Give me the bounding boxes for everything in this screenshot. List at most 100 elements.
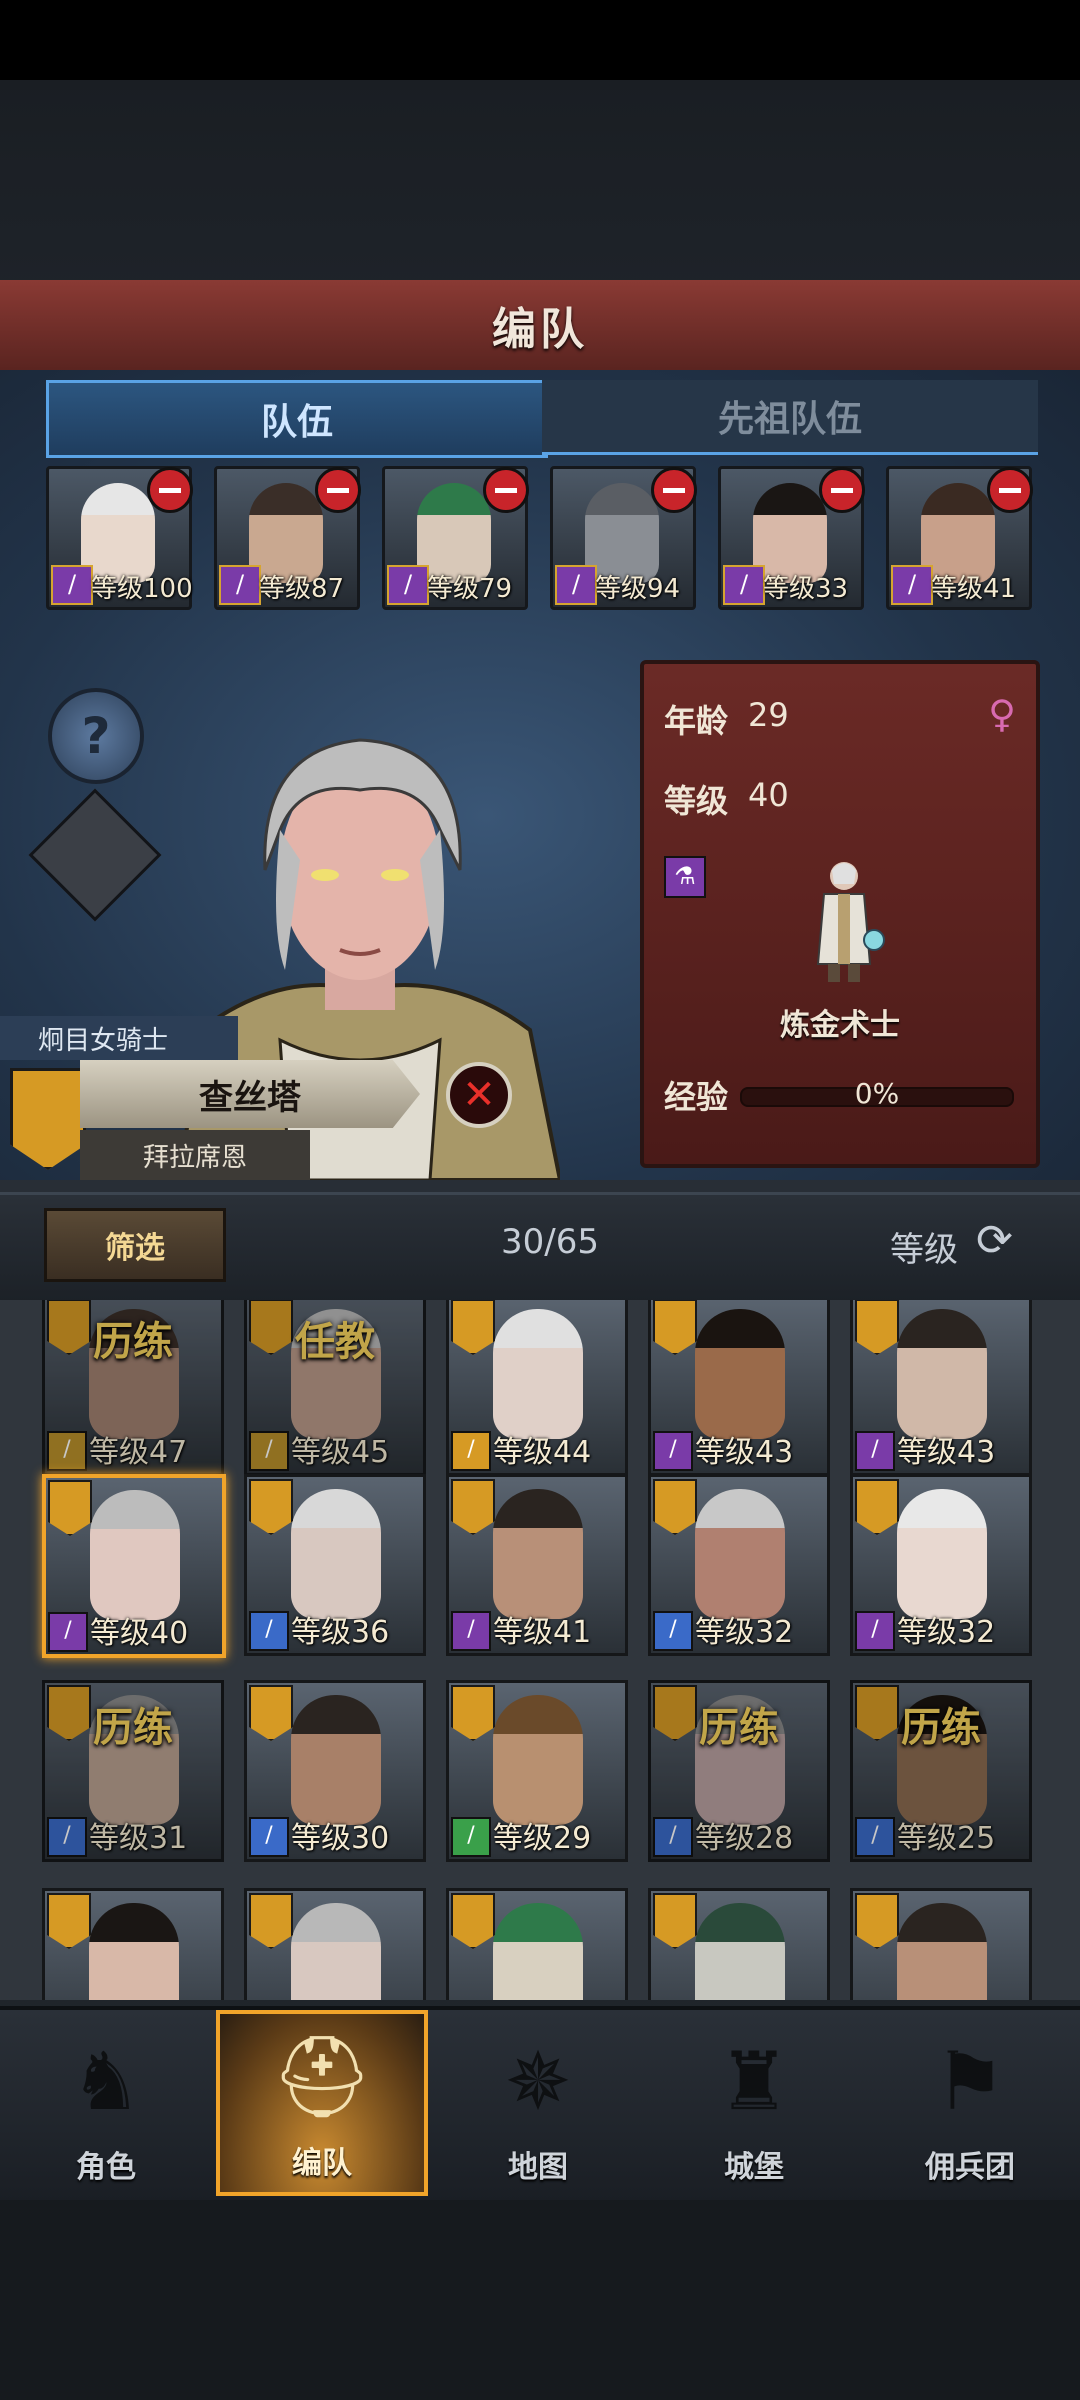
hero-face [291,1695,381,1825]
nav-item-knight[interactable]: ♞ 角色 [0,2010,212,2196]
house-crest-icon [451,1685,495,1741]
team-member-slot[interactable]: / 等级94 [550,466,697,610]
roster-hero-card[interactable]: / 等级32 [850,1474,1032,1656]
house-crest-icon [48,1480,92,1536]
sort-by-level-button[interactable]: 等级 [890,1222,958,1271]
class-figure [816,862,885,982]
knight-icon: ♞ [70,2034,142,2128]
close-icon: ✕ [462,1072,496,1118]
team-member-slot[interactable]: / 等级100 [46,466,193,610]
class-icon: / [723,565,765,605]
class-icon: / [855,1611,895,1651]
level-label: 等级 [664,782,729,820]
status-badge: 任教 [295,1319,375,1365]
class-icon: / [47,1431,87,1471]
class-icon: / [51,565,93,605]
house-crest-icon [249,1479,293,1535]
roster-hero-card[interactable]: / 等级29 [446,1680,628,1862]
roster-hero-card[interactable]: 任教 / 等级45 [244,1300,426,1476]
remove-icon[interactable] [483,467,529,513]
hero-level: 等级45 [291,1435,390,1470]
nav-label: 编队 [292,2146,352,2181]
house-crest-icon [249,1685,293,1741]
page-title: 编队 [492,304,588,355]
tab-ancestor-team[interactable]: 先祖队伍 [542,380,1038,455]
house-crest-icon [451,1893,495,1949]
hero-face [291,1903,381,2000]
help-button[interactable]: ? [48,688,144,784]
roster-hero-card[interactable]: / 等级44 [446,1300,628,1476]
helmet-icon: ⛑ [271,2030,373,2123]
hero-face [897,1903,987,2000]
banner-icon: ⚑ [934,2034,1006,2128]
house-crest-icon [47,1893,91,1949]
roster-hero-card[interactable] [850,1888,1032,2000]
hero-face [695,1309,785,1439]
remove-icon[interactable] [819,467,865,513]
tab-team[interactable]: 队伍 [46,380,548,458]
remove-icon[interactable] [315,467,361,513]
class-icon: / [555,565,597,605]
team-member-slot[interactable]: / 等级33 [718,466,865,610]
nav-label: 地图 [508,2150,568,2185]
house-crest-icon [653,1893,697,1949]
status-badge: 历练 [901,1705,981,1751]
compass-icon: ✵ [504,2034,572,2128]
member-level: 等级87 [259,574,345,604]
roster-hero-card[interactable]: / 等级32 [648,1474,830,1656]
hero-name[interactable]: 查丝塔 [80,1060,420,1128]
team-member-slot[interactable]: / 等级41 [886,466,1033,610]
roster-hero-card[interactable] [446,1888,628,2000]
member-level: 等级33 [763,574,849,604]
house-crest-icon [653,1300,697,1355]
hero-face [291,1489,381,1619]
team-member-slot[interactable]: / 等级87 [214,466,361,610]
nav-item-castle[interactable]: ♜ 城堡 [648,2010,860,2196]
alchemist-class-icon: ⚗ [664,856,706,898]
roster-hero-card[interactable]: / 等级43 [850,1300,1032,1476]
roster-hero-card[interactable]: / 等级41 [446,1474,628,1656]
roster-hero-card[interactable]: 历练 / 等级47 [42,1300,224,1476]
house-crest-icon [653,1479,697,1535]
remove-icon[interactable] [987,467,1033,513]
hero-origin: 拜拉席恩 [80,1130,310,1180]
nav-item-banner[interactable]: ⚑ 佣兵团 [864,2010,1076,2196]
dismiss-hero-button[interactable]: ✕ [446,1062,512,1128]
hero-info-card: 年龄 29 ♀ 等级 40 ⚗ 炼金术士 经验 0% [640,660,1040,1168]
castle-icon: ♜ [718,2034,790,2128]
class-name: 炼金术士 [780,1008,900,1043]
remove-icon[interactable] [651,467,697,513]
hero-level: 等级32 [897,1615,996,1650]
hero-level: 等级41 [493,1615,592,1650]
roster-hero-card[interactable]: 历练 / 等级31 [42,1680,224,1862]
roster-hero-card[interactable]: / 等级36 [244,1474,426,1656]
class-icon: / [653,1817,693,1857]
roster-hero-card[interactable] [648,1888,830,2000]
class-icon: / [451,1817,491,1857]
roster-hero-card[interactable]: / 等级40 [42,1474,226,1658]
roster-hero-card[interactable]: / 等级43 [648,1300,830,1476]
roster-hero-card[interactable]: 历练 / 等级25 [850,1680,1032,1862]
nav-item-helmet[interactable]: ⛑ 编队 [216,2010,428,2196]
roster-hero-card[interactable]: 历练 / 等级28 [648,1680,830,1862]
filter-button[interactable]: 筛选 [44,1208,226,1282]
level-value: 40 [748,776,789,814]
hero-face [695,1903,785,2000]
nav-item-compass[interactable]: ✵ 地图 [432,2010,644,2196]
hero-level: 等级29 [493,1821,592,1856]
hero-level: 等级36 [291,1615,390,1650]
house-crest-icon [451,1300,495,1355]
status-badge: 历练 [699,1705,779,1751]
roster-hero-card[interactable] [42,1888,224,2000]
class-icon: / [249,1817,289,1857]
member-level: 等级94 [595,574,681,604]
exp-value: 0% [854,1077,900,1110]
roster-hero-card[interactable]: / 等级30 [244,1680,426,1862]
hero-face [493,1309,583,1439]
roster-hero-card[interactable] [244,1888,426,2000]
class-icon: / [653,1431,693,1471]
remove-icon[interactable] [147,467,193,513]
hero-face [695,1489,785,1619]
team-member-slot[interactable]: / 等级79 [382,466,529,610]
refresh-icon[interactable]: ⟳ [976,1216,1026,1266]
